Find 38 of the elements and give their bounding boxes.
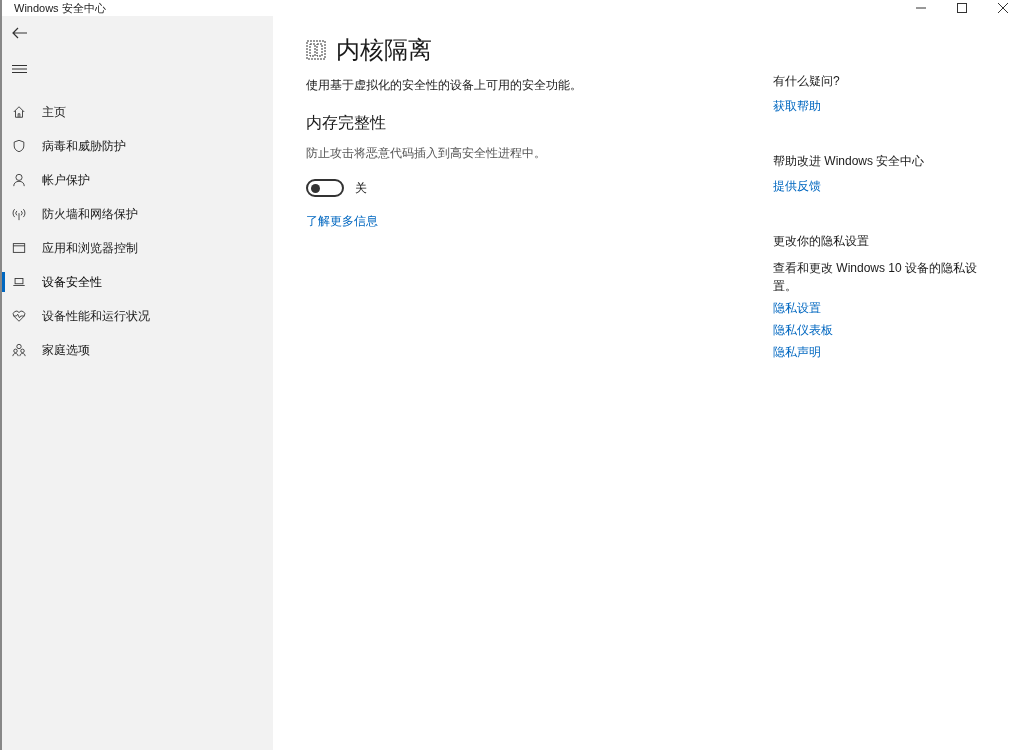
- sidebar-item[interactable]: 设备性能和运行状况: [42, 307, 150, 325]
- section-title: 内存完整性: [306, 113, 387, 133]
- person-icon: [12, 173, 26, 187]
- help-link[interactable]: 隐私声明: [773, 343, 821, 361]
- sidebar-item[interactable]: 应用和浏览器控制: [42, 239, 138, 257]
- sidebar-item[interactable]: 家庭选项: [42, 341, 90, 359]
- window-title: Windows 安全中心: [13, 2, 106, 14]
- menu-icon[interactable]: [12, 65, 27, 73]
- aside-text: 查看和更改 Windows 10 设备的隐私设置。: [773, 260, 978, 295]
- sidebar-item[interactable]: 防火墙和网络保护: [42, 205, 138, 223]
- maximize-icon[interactable]: [957, 3, 967, 13]
- learn-more-link[interactable]: 了解更多信息: [306, 212, 378, 230]
- people-icon: [12, 343, 26, 357]
- toggle-switch[interactable]: [306, 179, 344, 197]
- heart-pulse-icon: [12, 309, 26, 323]
- sidebar-item[interactable]: 主页: [42, 103, 66, 121]
- close-icon[interactable]: [998, 3, 1008, 13]
- help-link[interactable]: 隐私设置: [773, 299, 821, 317]
- aside-heading: 有什么疑问?: [773, 73, 841, 90]
- help-link[interactable]: 提供反馈: [773, 177, 821, 195]
- aside-heading: 帮助改进 Windows 安全中心: [773, 153, 926, 170]
- window-icon: [12, 241, 26, 255]
- back-icon[interactable]: [12, 27, 28, 39]
- help-link[interactable]: 获取帮助: [773, 97, 821, 115]
- sidebar-item[interactable]: 帐户保护: [42, 171, 90, 189]
- sidebar-item[interactable]: 病毒和威胁防护: [42, 137, 126, 155]
- toggle-label: 关: [355, 180, 367, 197]
- sidebar-item[interactable]: 设备安全性: [42, 273, 102, 291]
- help-link[interactable]: 隐私仪表板: [773, 321, 833, 339]
- antenna-icon: [12, 207, 26, 221]
- shield-icon: [12, 139, 26, 153]
- chip-icon: [306, 40, 326, 60]
- aside-heading: 更改你的隐私设置: [773, 233, 870, 250]
- section-description: 防止攻击将恶意代码插入到高安全性进程中。: [306, 145, 547, 162]
- page-title: 内核隔离: [336, 38, 432, 62]
- laptop-icon: [12, 275, 26, 289]
- home-icon: [12, 105, 26, 119]
- page-description: 使用基于虚拟化的安全性的设备上可用的安全功能。: [306, 77, 583, 94]
